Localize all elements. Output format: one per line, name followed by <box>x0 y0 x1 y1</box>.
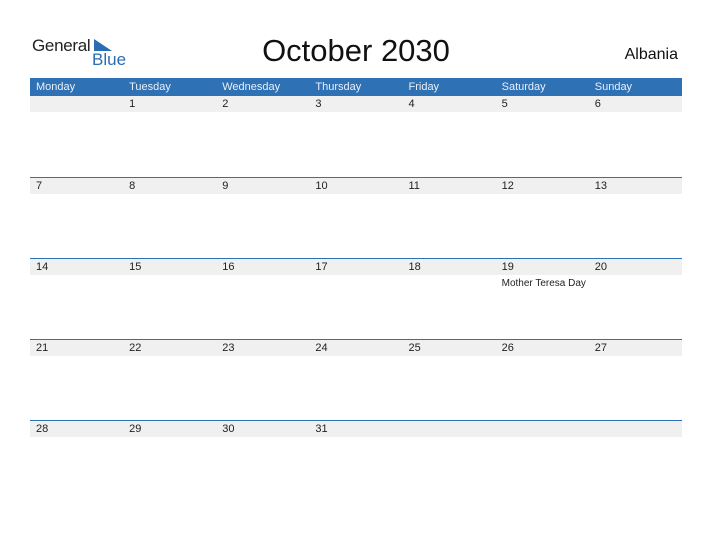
day-cell: 10 <box>309 178 402 194</box>
day-number: 26 <box>501 342 514 354</box>
day-cell: 7 <box>30 178 123 194</box>
weekday-wednesday: Wednesday <box>222 81 281 93</box>
day-number: 30 <box>222 423 235 435</box>
day-cell: 11 <box>403 178 496 194</box>
country-label: Albania <box>624 46 678 63</box>
weekday-header: Monday Tuesday Wednesday Thursday Friday Satu… <box>30 78 682 96</box>
day-cell: 22 <box>123 340 216 356</box>
day-number: 10 <box>315 180 328 192</box>
day-cell: 19 Mother Teresa Day <box>496 259 589 289</box>
holiday-label: Mother Teresa Day <box>501 278 586 289</box>
day-cell: 8 <box>123 178 216 194</box>
day-cell: 14 <box>30 259 123 275</box>
day-number: 14 <box>36 261 49 273</box>
day-cell: 13 <box>589 178 682 194</box>
day-cell <box>496 421 589 437</box>
week-row: 28 29 30 31 <box>30 420 682 501</box>
day-number: 9 <box>222 180 229 192</box>
day-number: 18 <box>408 261 421 273</box>
weekday-sunday: Sunday <box>594 81 633 93</box>
day-cell: 29 <box>123 421 216 437</box>
day-cell: 30 <box>216 421 309 437</box>
day-cell: 1 <box>123 96 216 112</box>
day-number: 15 <box>129 261 142 273</box>
day-cell: 23 <box>216 340 309 356</box>
day-number: 13 <box>594 180 607 192</box>
day-number: 22 <box>129 342 142 354</box>
date-strip: 28 29 30 31 <box>30 421 682 437</box>
day-number: 31 <box>315 423 328 435</box>
day-cell: 6 <box>589 96 682 112</box>
day-number: 16 <box>222 261 235 273</box>
day-cell: 27 <box>589 340 682 356</box>
day-cell: 3 <box>309 96 402 112</box>
calendar-grid: Monday Tuesday Wednesday Thursday Friday Satu… <box>30 78 682 501</box>
week-row: 21 22 23 24 25 26 27 <box>30 339 682 420</box>
day-cell <box>30 96 123 112</box>
day-number: 17 <box>315 261 328 273</box>
day-number: 5 <box>501 98 508 110</box>
day-number: 3 <box>315 98 322 110</box>
weekday-monday: Monday <box>36 81 76 93</box>
day-cell: 15 <box>123 259 216 275</box>
day-cell: 2 <box>216 96 309 112</box>
calendar-title: October 2030 <box>262 33 450 68</box>
day-number: 27 <box>594 342 607 354</box>
day-cell: 12 <box>496 178 589 194</box>
day-number: 25 <box>408 342 421 354</box>
day-number: 2 <box>222 98 229 110</box>
weekday-thursday: Thursday <box>315 81 362 93</box>
day-cell: 20 <box>589 259 682 275</box>
day-number: 4 <box>408 98 415 110</box>
day-cell: 5 <box>496 96 589 112</box>
day-cell: 28 <box>30 421 123 437</box>
date-strip: 14 15 16 17 18 19 Mother Teresa Day 20 <box>30 259 682 289</box>
day-number: 7 <box>36 180 43 192</box>
weekday-tuesday: Tuesday <box>129 81 171 93</box>
day-number: 29 <box>129 423 142 435</box>
day-cell: 18 <box>403 259 496 275</box>
week-row: 14 15 16 17 18 19 Mother Teresa Day 20 <box>30 258 682 339</box>
date-strip: 1 2 3 4 5 6 <box>30 96 682 112</box>
weekday-saturday: Saturday <box>501 81 546 93</box>
day-number: 1 <box>129 98 136 110</box>
day-cell: 16 <box>216 259 309 275</box>
day-number: 28 <box>36 423 49 435</box>
weekday-friday: Friday <box>408 81 440 93</box>
day-cell: 26 <box>496 340 589 356</box>
week-row: 1 2 3 4 5 6 <box>30 96 682 177</box>
day-cell: 9 <box>216 178 309 194</box>
day-number: 6 <box>594 98 601 110</box>
week-row: 7 8 9 10 11 12 13 <box>30 177 682 258</box>
day-number: 21 <box>36 342 49 354</box>
date-strip: 21 22 23 24 25 26 27 <box>30 340 682 356</box>
day-cell: 24 <box>309 340 402 356</box>
day-number: 24 <box>315 342 328 354</box>
day-number: 20 <box>594 261 607 273</box>
day-cell: 21 <box>30 340 123 356</box>
day-number: 12 <box>501 180 514 192</box>
weeks-container: 1 2 3 4 5 6 7 8 9 10 11 12 13 14 15 16 17 18 19 Mother Tere… <box>30 96 682 501</box>
day-cell: 25 <box>403 340 496 356</box>
day-number: 11 <box>408 180 420 192</box>
day-number: 23 <box>222 342 235 354</box>
date-strip: 7 8 9 10 11 12 13 <box>30 178 682 194</box>
day-number: 8 <box>129 180 136 192</box>
day-cell: 17 <box>309 259 402 275</box>
day-number: 19 <box>501 261 514 273</box>
day-cell: 31 <box>309 421 402 437</box>
day-cell <box>589 421 682 437</box>
day-cell: 4 <box>403 96 496 112</box>
day-cell <box>403 421 496 437</box>
